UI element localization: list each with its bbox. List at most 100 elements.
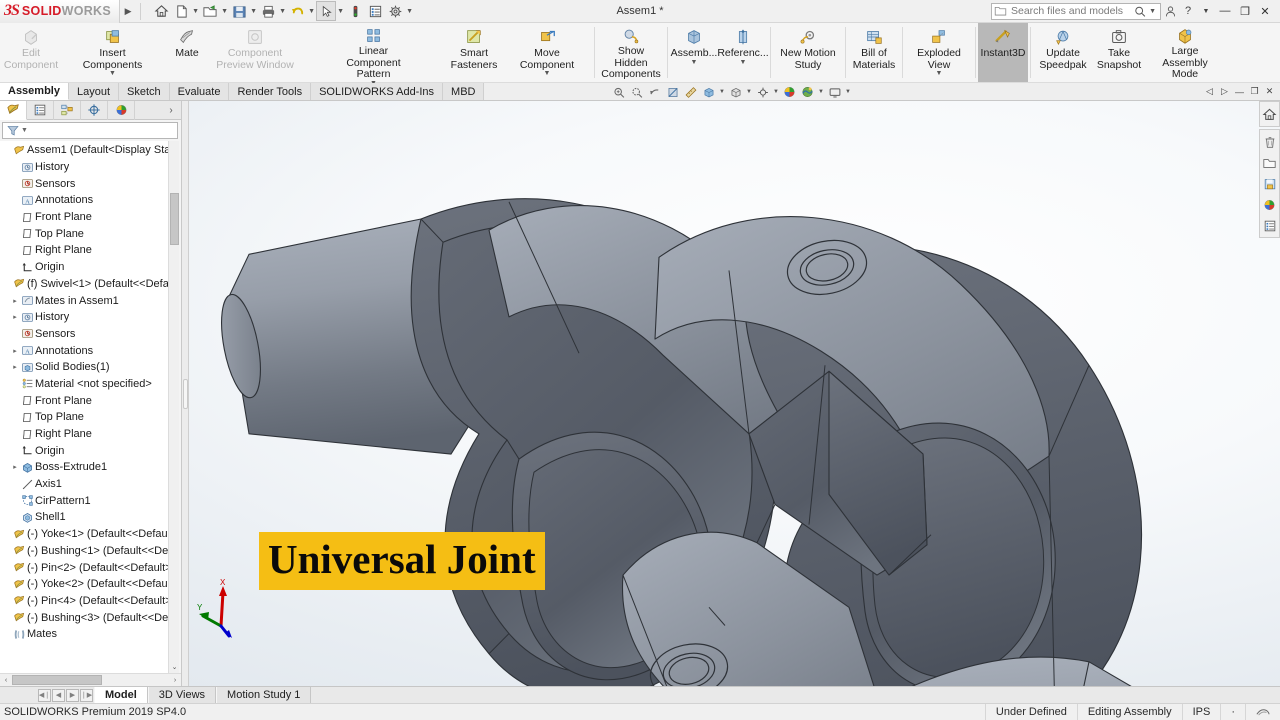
tree-item[interactable]: Top Plane (0, 225, 179, 242)
tree-item[interactable]: ▸ Solid Bodies(1) (0, 359, 179, 376)
save-as-icon[interactable] (1260, 173, 1279, 194)
display-options-icon[interactable] (1260, 215, 1279, 236)
ribbon-move-component[interactable]: Move Component ▼ (502, 23, 592, 82)
view-settings-caret[interactable]: ▼ (844, 84, 852, 100)
ribbon-edit-component[interactable]: Edit Component (2, 23, 60, 82)
tree-item[interactable]: (-) Yoke<2> (Default<<Default> (0, 576, 179, 593)
dimxpert-manager-tab[interactable] (81, 101, 108, 120)
tree-item[interactable]: Right Plane (0, 242, 179, 259)
ribbon-linear-component-pattern[interactable]: Linear Component Pattern ▼ (301, 23, 446, 87)
section-view-icon[interactable] (664, 84, 681, 100)
measure-icon[interactable] (682, 84, 699, 100)
doc-restore-button[interactable]: ❐ (1247, 84, 1262, 99)
tree-vertical-scrollbar[interactable]: ⌄ (168, 141, 179, 673)
tree-expand-arrow[interactable]: ▸ (10, 347, 20, 355)
select-caret[interactable]: ▼ (336, 1, 345, 21)
ribbon-instant3d[interactable]: Instant3D (978, 23, 1028, 82)
tree-item[interactable]: (-) Yoke<1> (Default<<Default> (0, 526, 179, 543)
tree-item[interactable]: Sensors (0, 175, 179, 192)
tree-item[interactable]: History (0, 159, 179, 176)
ribbon-mate[interactable]: Mate (165, 23, 209, 82)
display-manager-tab[interactable] (108, 101, 135, 120)
print-caret[interactable]: ▼ (278, 1, 287, 21)
print-icon[interactable] (258, 1, 278, 21)
panel-splitter[interactable] (182, 101, 189, 686)
doc-close-button[interactable]: ✕ (1262, 84, 1277, 99)
tree-item[interactable]: ▸ A Annotations (0, 342, 179, 359)
menu-expand-arrow[interactable]: ▶ (120, 6, 136, 17)
hide-show-items-icon[interactable] (754, 84, 771, 100)
ribbon-smart-fasteners[interactable]: Smart Fasteners (446, 23, 502, 82)
property-manager-tab[interactable] (27, 101, 54, 120)
tree-item[interactable]: ▸ History (0, 309, 179, 326)
splitter-grip[interactable] (182, 378, 188, 409)
tree-item[interactable]: (f) Swivel<1> (Default<<Default (0, 276, 179, 293)
tree-item[interactable]: (-) Pin<2> (Default<<Default>_[ (0, 559, 179, 576)
tree-item[interactable]: Axis1 (0, 476, 179, 493)
ribbon-update-speedpak[interactable]: Update Speedpak (1033, 23, 1093, 82)
tree-horizontal-scrollbar[interactable]: ‹ › (0, 673, 181, 686)
tree-item[interactable]: CirPattern1 (0, 492, 179, 509)
tab-render-tools[interactable]: Render Tools (229, 83, 312, 100)
appearances-icon[interactable] (1260, 194, 1279, 215)
tab-layout[interactable]: Layout (68, 83, 120, 100)
search-input[interactable]: Search files and models ▼ (991, 2, 1161, 20)
ribbon-new-motion-study[interactable]: New Motion Study (773, 23, 843, 82)
tree-item[interactable]: Assem1 (Default<Display State-1>)^ (0, 142, 179, 159)
ribbon-bill-of-materials[interactable]: Bill of Materials (848, 23, 900, 82)
tab-solidworks-add-ins[interactable]: SOLIDWORKS Add-Ins (311, 83, 444, 100)
ribbon-dropdown-caret[interactable]: ▼ (936, 70, 943, 78)
zoom-to-fit-icon[interactable] (610, 84, 627, 100)
minimize-button[interactable]: — (1215, 2, 1235, 20)
options-caret[interactable]: ▼ (405, 1, 414, 21)
bottom-tab-motion-study-1[interactable]: Motion Study 1 (216, 687, 312, 703)
ribbon-dropdown-caret[interactable]: ▼ (740, 59, 747, 67)
tree-item[interactable]: (-) Bushing<1> (Default<<Defau (0, 543, 179, 560)
save-icon[interactable] (229, 1, 249, 21)
tree-expand-arrow[interactable]: ▸ (10, 463, 20, 471)
ribbon-assembly-features[interactable]: Assemb... ▼ (670, 23, 718, 82)
open-folder-icon[interactable] (200, 1, 220, 21)
tree-item[interactable]: Top Plane (0, 409, 179, 426)
ribbon-dropdown-caret[interactable]: ▼ (691, 59, 698, 67)
tree-item[interactable]: Front Plane (0, 209, 179, 226)
tree-item[interactable]: A Annotations (0, 192, 179, 209)
new-document-icon[interactable] (171, 1, 191, 21)
tree-item[interactable]: Sensors (0, 326, 179, 343)
tree-item[interactable]: Material <not specified> (0, 376, 179, 393)
gear-icon[interactable] (385, 1, 405, 21)
home-icon[interactable] (151, 1, 171, 21)
view-settings-icon[interactable] (826, 84, 843, 100)
ribbon-dropdown-caret[interactable]: ▼ (109, 70, 116, 78)
featuremanager-tree-tab[interactable] (0, 101, 27, 120)
tree-item[interactable]: (-) Pin<4> (Default<<Default>_[ (0, 593, 179, 610)
edit-appearance-icon[interactable] (781, 84, 798, 100)
select-cursor-icon[interactable] (316, 1, 337, 21)
tab-sketch[interactable]: Sketch (119, 83, 170, 100)
save-caret[interactable]: ▼ (249, 1, 258, 21)
tab-mbd[interactable]: MBD (443, 83, 485, 100)
tree-filter-input[interactable]: ▼ (2, 122, 178, 139)
bottom-tab-model[interactable]: Model (94, 687, 148, 703)
bottom-tab-3d-views[interactable]: 3D Views (147, 687, 217, 703)
open-folder-icon[interactable] (1260, 152, 1279, 173)
close-button[interactable]: ✕ (1255, 2, 1275, 20)
tab-last-button[interactable]: ❘▶ (80, 688, 93, 702)
tree-item[interactable]: ▸ Mates in Assem1 (0, 292, 179, 309)
ribbon-reference-geometry[interactable]: Referenc... ▼ (717, 23, 769, 82)
doc-next-button[interactable]: ▷ (1217, 84, 1232, 99)
tree-scroll-thumb[interactable] (170, 193, 179, 245)
tree-item[interactable]: ▸ Boss-Extrude1 (0, 459, 179, 476)
rebuild-icon[interactable] (345, 1, 365, 21)
doc-minimize-button[interactable]: — (1232, 84, 1247, 99)
zoom-to-area-icon[interactable] (628, 84, 645, 100)
configuration-manager-tab[interactable] (54, 101, 81, 120)
ribbon-large-assembly-mode[interactable]: Large Assembly Mode (1145, 23, 1225, 82)
ribbon-take-snapshot[interactable]: Take Snapshot (1093, 23, 1145, 82)
view-orientation-icon[interactable] (700, 84, 717, 100)
tree-item[interactable]: Origin (0, 442, 179, 459)
tab-next-button[interactable]: ▶ (66, 688, 79, 702)
status-units[interactable]: IPS (1181, 703, 1221, 720)
universal-joint-model[interactable] (189, 101, 1280, 686)
ribbon-exploded-view[interactable]: Exploded View ▼ (905, 23, 973, 82)
